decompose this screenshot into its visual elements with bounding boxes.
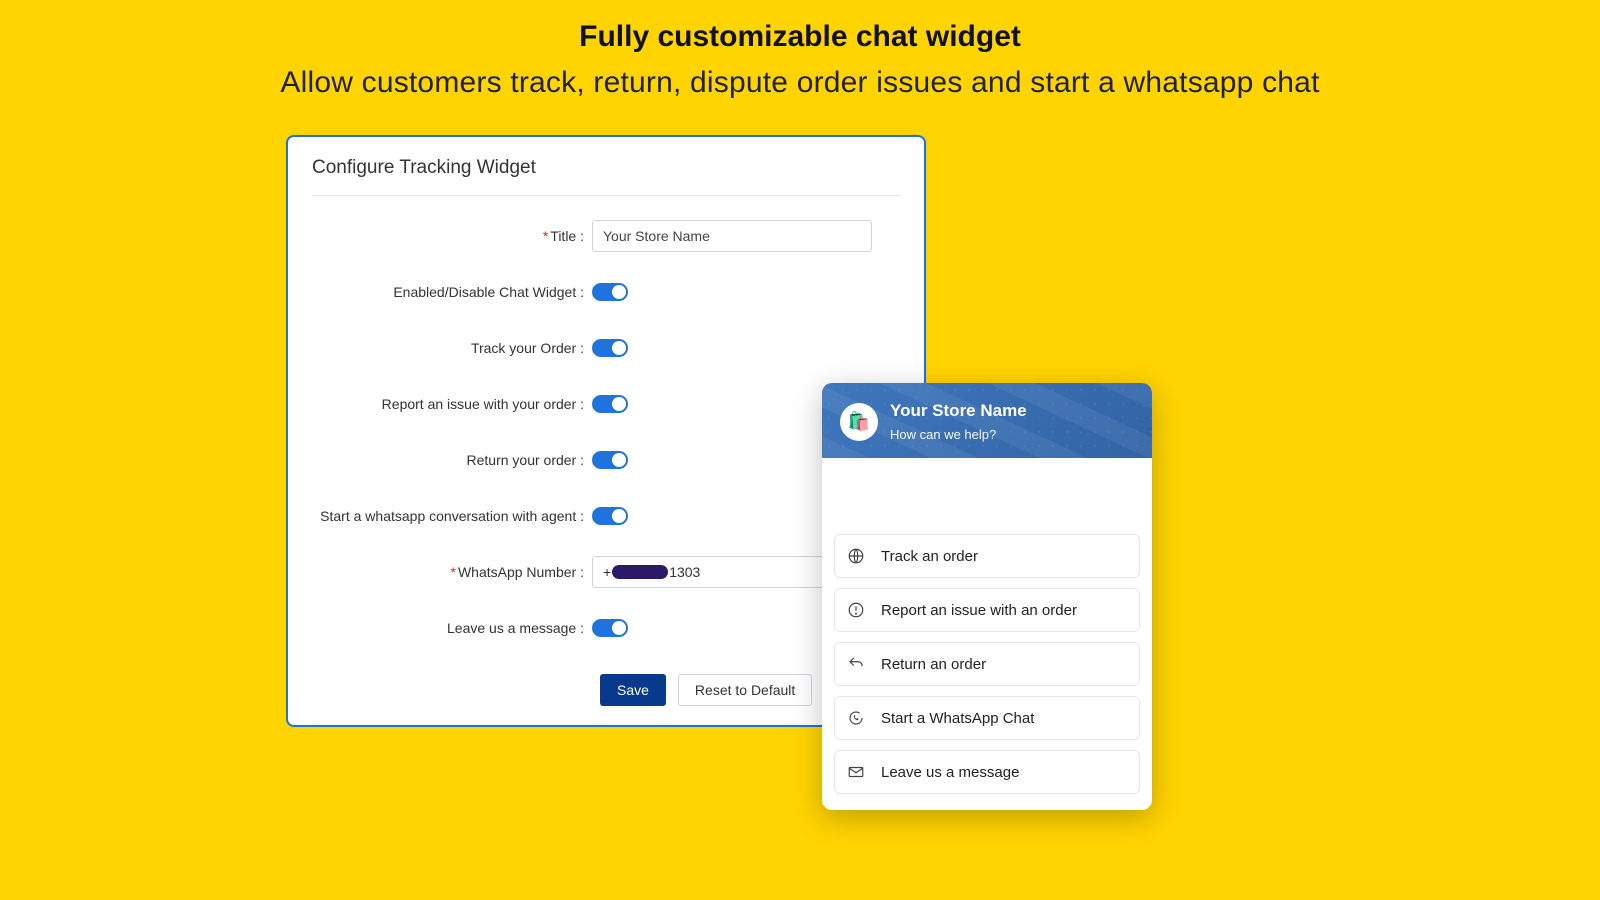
- toggle-whatsapp-conv[interactable]: [592, 507, 628, 525]
- chat-option-label: Track an order: [881, 548, 978, 565]
- page-title: Fully customizable chat widget: [0, 0, 1600, 54]
- chat-store-name: Your Store Name: [890, 401, 1027, 421]
- toggle-report-issue[interactable]: [592, 395, 628, 413]
- chat-option-label: Report an issue with an order: [881, 602, 1077, 619]
- return-icon: [847, 655, 865, 673]
- chat-option-return-order[interactable]: Return an order: [834, 642, 1140, 686]
- store-avatar-icon: 🛍️: [840, 403, 878, 441]
- label-enable: Enabled/Disable Chat Widget :: [312, 284, 592, 300]
- title-input[interactable]: [592, 220, 872, 252]
- toggle-enable-widget[interactable]: [592, 283, 628, 301]
- label-whatsapp-conv: Start a whatsapp conversation with agent…: [312, 508, 592, 524]
- mail-icon: [847, 763, 865, 781]
- label-whatsapp-number: *WhatsApp Number :: [312, 564, 592, 580]
- chat-option-label: Start a WhatsApp Chat: [881, 710, 1034, 727]
- label-leave-message: Leave us a message :: [312, 620, 592, 636]
- toggle-track-order[interactable]: [592, 339, 628, 357]
- label-title: *Title :: [312, 228, 592, 244]
- label-report: Report an issue with your order :: [312, 396, 592, 412]
- redacted-number: [612, 565, 668, 579]
- chat-option-label: Return an order: [881, 656, 986, 673]
- chat-widget-header: 🛍️ Your Store Name How can we help?: [822, 383, 1152, 458]
- label-return: Return your order :: [312, 452, 592, 468]
- page-subtitle: Allow customers track, return, dispute o…: [0, 66, 1600, 100]
- reset-to-default-button[interactable]: Reset to Default: [678, 674, 812, 706]
- chat-option-report-issue[interactable]: Report an issue with an order: [834, 588, 1140, 632]
- save-button[interactable]: Save: [600, 674, 666, 706]
- alert-icon: [847, 601, 865, 619]
- chat-option-leave-message[interactable]: Leave us a message: [834, 750, 1140, 794]
- chat-widget-preview: 🛍️ Your Store Name How can we help? Trac…: [822, 383, 1152, 810]
- toggle-leave-message[interactable]: [592, 619, 628, 637]
- label-track: Track your Order :: [312, 340, 592, 356]
- globe-icon: [847, 547, 865, 565]
- chat-option-whatsapp[interactable]: Start a WhatsApp Chat: [834, 696, 1140, 740]
- chat-option-track-order[interactable]: Track an order: [834, 534, 1140, 578]
- whatsapp-icon: [847, 709, 865, 727]
- toggle-return-order[interactable]: [592, 451, 628, 469]
- settings-header: Configure Tracking Widget: [312, 157, 900, 196]
- chat-prompt: How can we help?: [890, 427, 1027, 442]
- chat-option-label: Leave us a message: [881, 764, 1019, 781]
